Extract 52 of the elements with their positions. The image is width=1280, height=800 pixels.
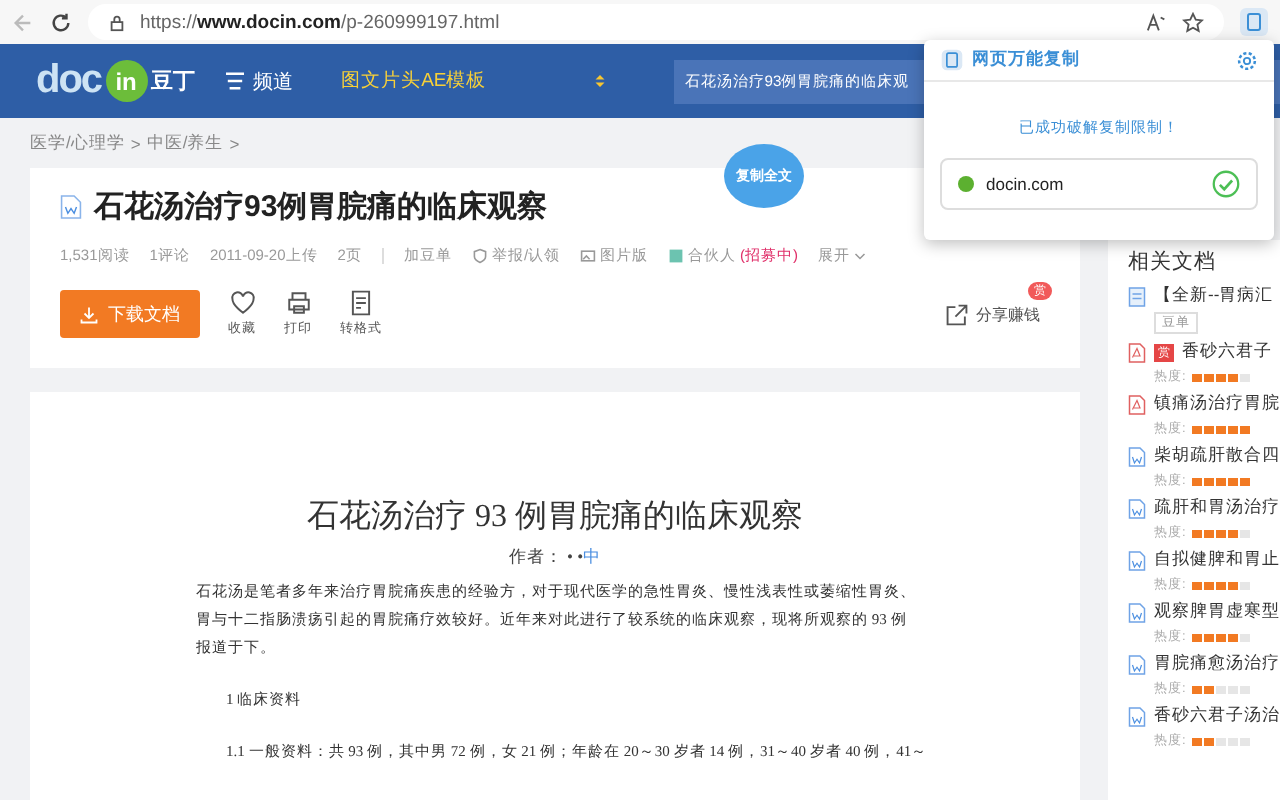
breadcrumb-separator: > (130, 133, 141, 153)
reload-icon[interactable] (50, 11, 72, 33)
printer-icon (285, 290, 311, 316)
word-file-icon (1128, 497, 1146, 519)
promo-link[interactable]: 图文片头AE模板 (341, 68, 487, 94)
word-file-icon (1128, 601, 1146, 623)
read-aloud-icon[interactable] (1146, 11, 1168, 33)
address-bar[interactable]: https://www.docin.com/p-260999197.html (88, 4, 1224, 40)
related-doc-link[interactable]: 香砂六君子 (1182, 340, 1272, 364)
word-file-icon (1128, 445, 1146, 467)
popup-title: 网页万能复制 (972, 48, 1080, 72)
extension-icon[interactable] (1240, 8, 1268, 36)
author-line: 作者： • •中 (506, 546, 604, 570)
document-icon (348, 290, 374, 316)
breadcrumb-separator: > (229, 133, 240, 153)
related-doc-link[interactable]: 疏肝和胃汤治疗 (1154, 496, 1280, 520)
partner-icon (668, 248, 685, 264)
document-icon (1128, 285, 1146, 307)
share-icon (946, 303, 968, 325)
lock-icon (108, 13, 126, 31)
settings-icon[interactable] (1236, 49, 1258, 71)
star-icon[interactable] (1182, 11, 1204, 33)
site-name: docin.com (986, 174, 1064, 194)
related-doc-link[interactable]: 香砂六君子汤治 (1154, 704, 1280, 728)
related-doc-link[interactable]: 镇痛汤治疗胃脘 (1154, 392, 1280, 416)
related-doc-link[interactable]: 观察脾胃虚寒型 (1154, 600, 1280, 624)
word-file-icon (60, 194, 82, 220)
related-heading: 相关文档 (1128, 248, 1218, 276)
site-logo[interactable]: doc in 豆丁 (36, 58, 196, 104)
download-icon (80, 305, 98, 323)
shield-icon (471, 248, 488, 264)
pdf-file-icon (1128, 341, 1146, 363)
related-doc-link[interactable]: 柴胡疏肝散合四 (1154, 444, 1280, 468)
page-title: 石花汤治疗 93 例胃脘痛的临床观察 (305, 497, 805, 538)
chevron-icon (854, 251, 867, 261)
image-icon (580, 248, 597, 264)
share-button[interactable]: 分享赚钱 (946, 303, 1040, 325)
pdf-file-icon (1128, 393, 1146, 415)
heart-icon (229, 290, 255, 316)
document-title: 石花汤治疗93例胃脘痛的临床观察 (94, 188, 548, 226)
check-icon[interactable] (1212, 170, 1240, 198)
copy-icon (940, 48, 964, 72)
related-doc-link[interactable]: 【全新--胃病汇 (1154, 284, 1274, 308)
word-file-icon (1128, 705, 1146, 727)
related-doc-link[interactable]: 胃脘痛愈汤治疗 (1154, 652, 1280, 676)
sort-icon[interactable] (594, 72, 607, 90)
menu-icon (223, 72, 246, 90)
word-file-icon (1128, 653, 1146, 675)
related-doc-link[interactable]: 自拟健脾和胃止 (1154, 548, 1280, 572)
channel-menu[interactable]: 频道 (223, 67, 294, 95)
word-file-icon (1128, 549, 1146, 571)
site-icon (958, 176, 974, 192)
